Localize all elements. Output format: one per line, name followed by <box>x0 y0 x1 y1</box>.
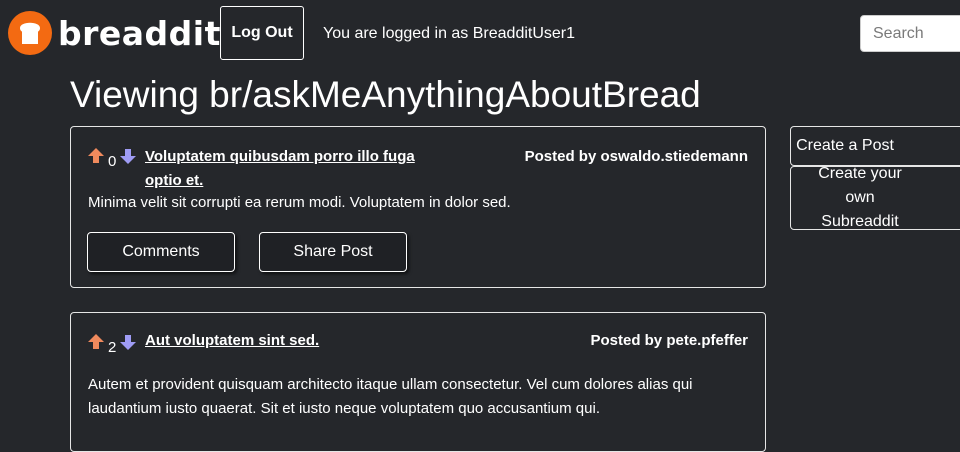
vote-widget: 2 <box>87 333 137 356</box>
create-subreaddit-label: Create your own Subreaddit <box>818 165 902 230</box>
post-card: 2 Aut voluptatem sint sed. Posted by pet… <box>70 312 766 452</box>
create-post-button[interactable]: Create a Post <box>790 126 960 166</box>
arrow-down-icon[interactable] <box>119 147 137 165</box>
post-body: Autem et provident quisquam architecto i… <box>88 376 693 417</box>
post-card: 0 Voluptatem quibusdam porro illo fuga o… <box>70 126 766 288</box>
arrow-up-icon[interactable] <box>87 147 105 165</box>
search-input[interactable] <box>860 15 960 52</box>
arrow-down-icon[interactable] <box>119 333 137 351</box>
vote-count: 0 <box>108 153 117 170</box>
create-post-label: Create a Post <box>796 137 894 154</box>
vote-widget: 0 <box>87 147 137 170</box>
post-title-link[interactable]: Aut voluptatem sint sed. <box>145 329 445 353</box>
logo-text: breaddit <box>58 13 221 53</box>
post-author: Posted by pete.pfeffer <box>590 332 748 349</box>
page-title: Viewing br/askMeAnythingAboutBread <box>70 74 701 115</box>
vote-count: 2 <box>108 339 117 356</box>
top-navbar: breaddit Log Out You are logged in as Br… <box>0 0 960 70</box>
logged-in-status: You are logged in as BreadditUser1 <box>323 25 576 42</box>
arrow-up-icon[interactable] <box>87 333 105 351</box>
create-subreaddit-button[interactable]: Create your own Subreaddit <box>790 165 960 230</box>
logout-button[interactable]: Log Out <box>220 6 304 60</box>
post-title-link[interactable]: Voluptatem quibusdam porro illo fuga opt… <box>145 145 445 193</box>
bread-logo-icon <box>8 11 52 55</box>
breaddit-logo[interactable]: breaddit <box>8 11 221 55</box>
post-author: Posted by oswaldo.stiedemann <box>524 148 748 165</box>
comments-button[interactable]: Comments <box>87 232 235 272</box>
post-body: Minima velit sit corrupti ea rerum modi.… <box>88 194 511 211</box>
share-post-button[interactable]: Share Post <box>259 232 407 272</box>
